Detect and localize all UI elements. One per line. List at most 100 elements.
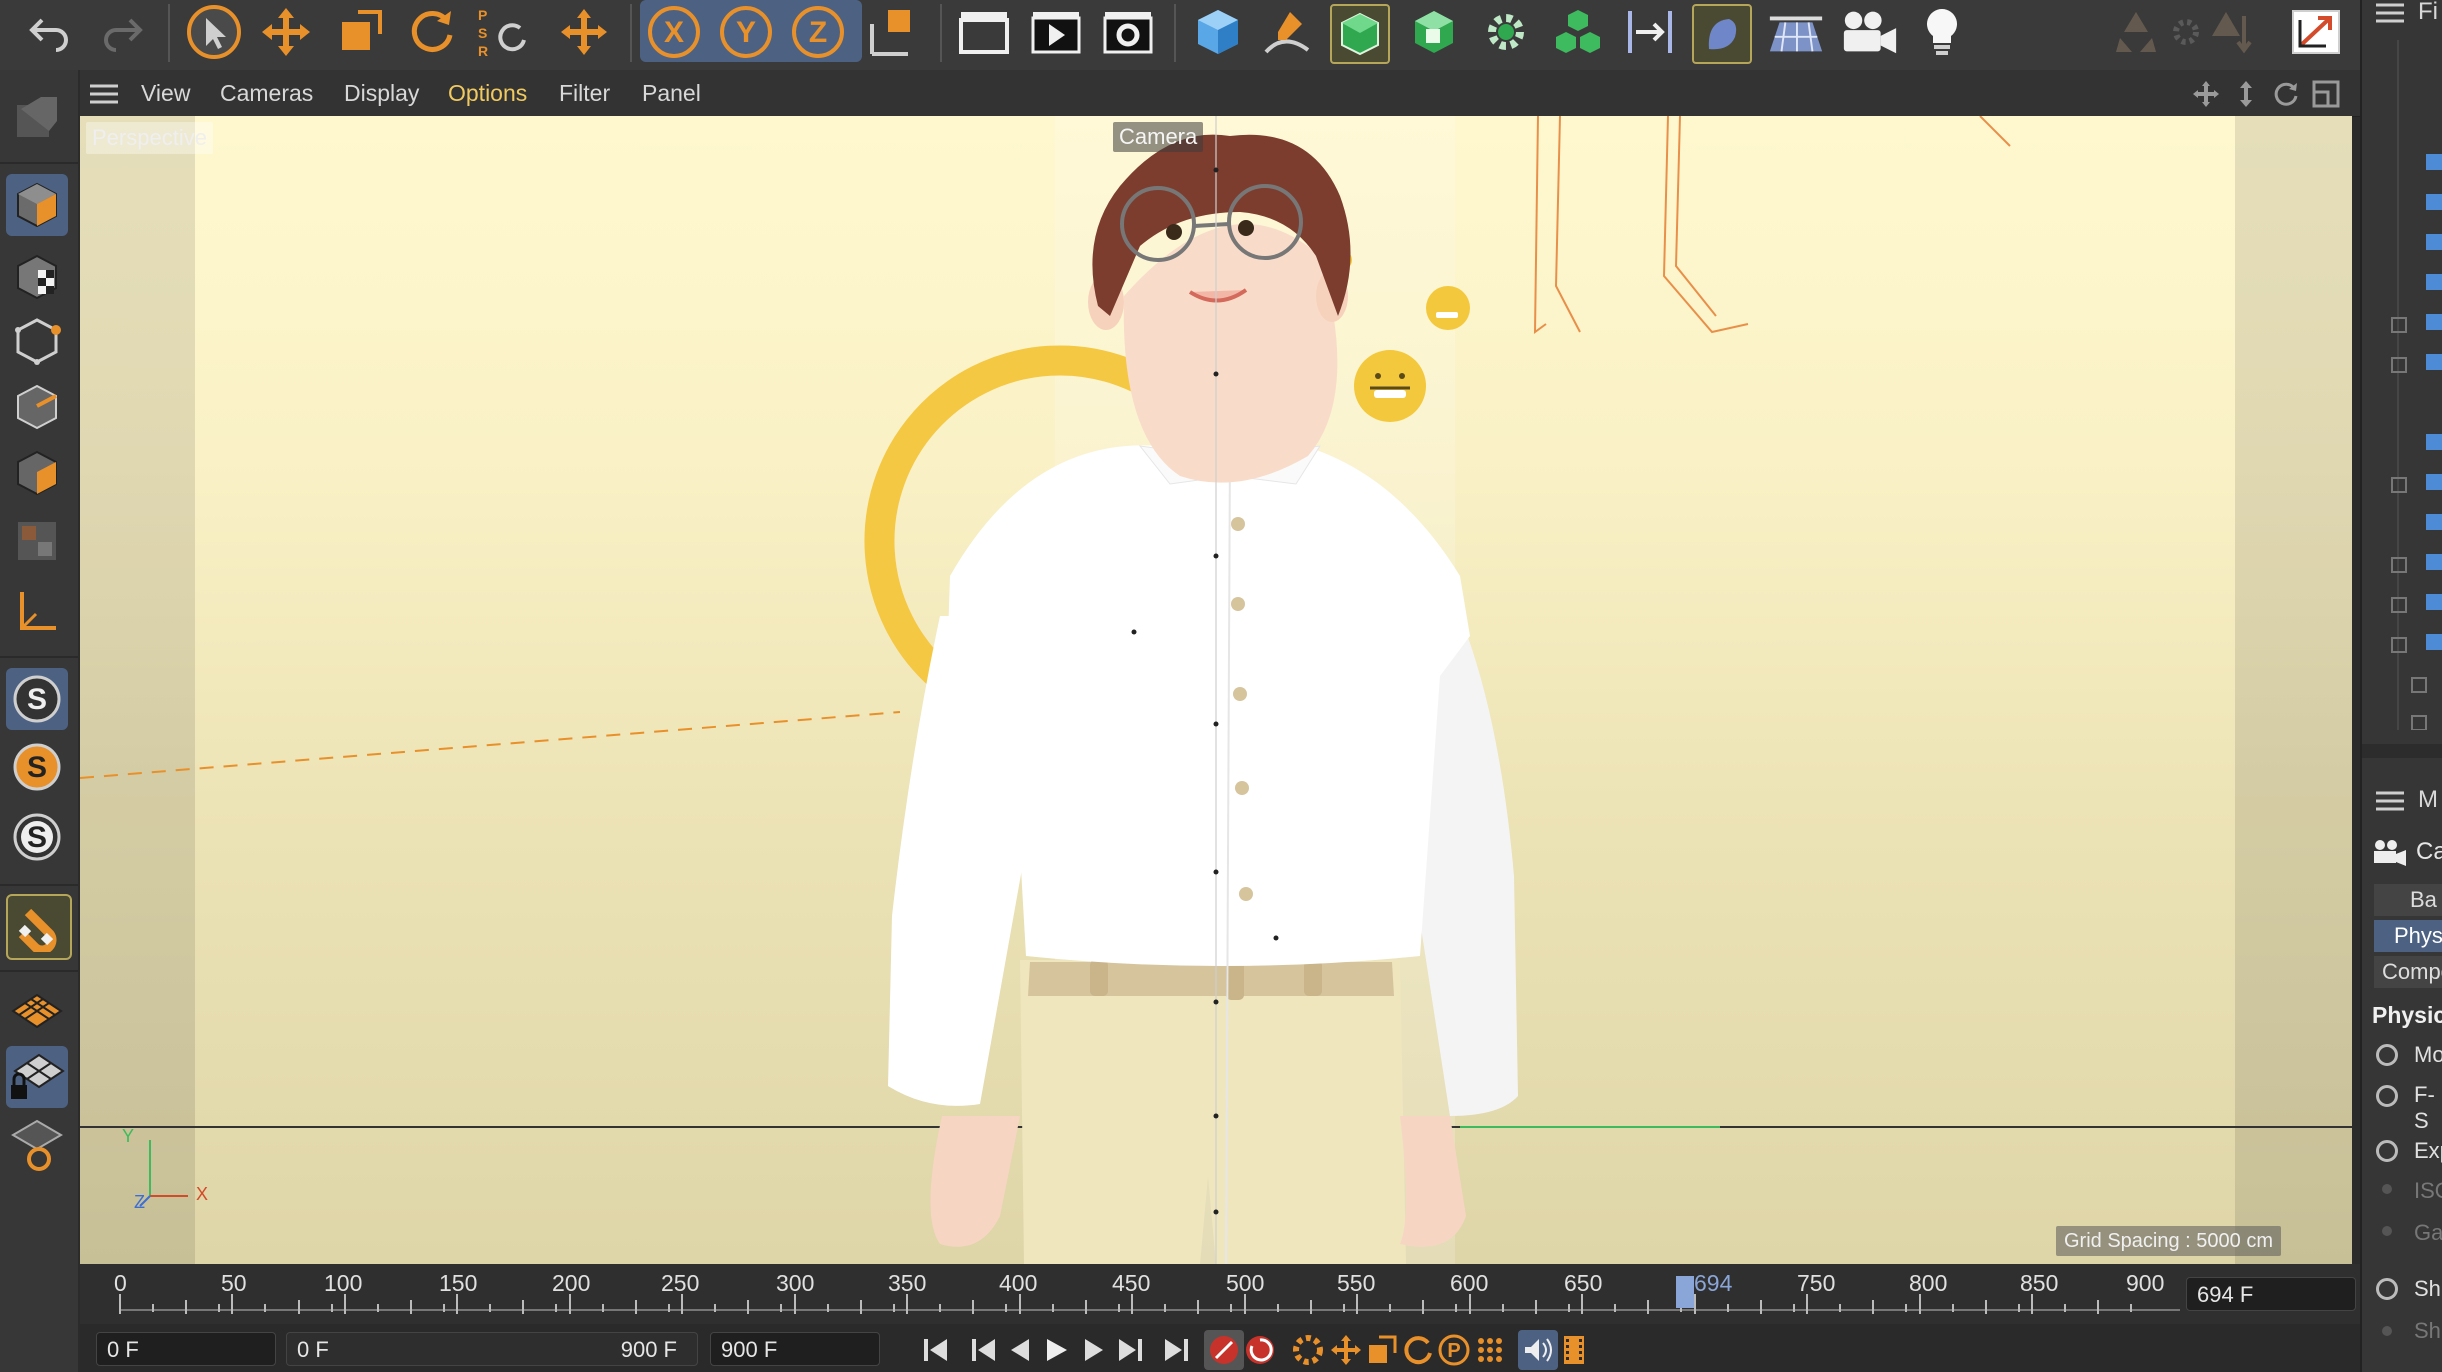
model-mode-icon[interactable]	[6, 174, 68, 236]
exposure-radio[interactable]	[2376, 1140, 2398, 1162]
shutter-sub-label-partial: Sh	[2414, 1318, 2441, 1343]
tick-600: 600	[1450, 1270, 1489, 1296]
autokey-icon[interactable]	[1240, 1330, 1280, 1370]
next-frame-icon[interactable]	[1074, 1330, 1114, 1370]
viewport-dolly-icon[interactable]	[2232, 80, 2260, 113]
deformer-gear-icon[interactable]	[1476, 4, 1536, 60]
snap-workplane-icon[interactable]: S	[6, 736, 68, 798]
polygon-mode-icon[interactable]	[6, 442, 68, 504]
play-icon[interactable]	[1036, 1330, 1076, 1370]
keyframe-selection-icon[interactable]	[1288, 1330, 1328, 1370]
uv-mode-icon[interactable]	[6, 510, 68, 572]
psr-tool-icon[interactable]: PSR	[470, 4, 540, 60]
objects-hamburger-icon[interactable]	[2376, 2, 2404, 29]
menu-panel[interactable]: Panel	[642, 70, 701, 116]
make-editable-icon[interactable]	[6, 86, 68, 148]
timeline-ruler[interactable]: 0 50 100 150 200 250 300 350 400 450 500…	[80, 1264, 2360, 1324]
redo-icon[interactable]	[92, 4, 152, 60]
menu-filter[interactable]: Filter	[559, 70, 610, 116]
light-object-icon[interactable]	[1912, 4, 1972, 60]
objects-tab-partial[interactable]: Fi	[2418, 0, 2438, 26]
move-tool-icon[interactable]	[256, 4, 316, 60]
right-panel: Fi M Ca Ba Phys Compo Physic Mo F-S Exp …	[2360, 0, 2442, 1372]
floor-environment-icon[interactable]	[1766, 4, 1826, 60]
layout-switch-icon[interactable]	[2286, 4, 2346, 60]
rotate-tool-icon[interactable]	[402, 4, 462, 60]
key-point-level-icon[interactable]	[1470, 1330, 1510, 1370]
viewport-pan-icon[interactable]	[2192, 80, 2220, 113]
render-settings-icon[interactable]	[1098, 4, 1158, 60]
symmetry-icon[interactable]	[1620, 4, 1680, 60]
render-view-icon[interactable]	[954, 4, 1014, 60]
planar-workplane-icon[interactable]	[6, 1114, 68, 1176]
extrude-generator-icon[interactable]	[1404, 4, 1464, 60]
render-picture-viewer-icon[interactable]	[1026, 4, 1086, 60]
locked-workplane-icon[interactable]	[6, 1046, 68, 1108]
menu-cameras[interactable]: Cameras	[220, 70, 313, 116]
coordinate-system-icon[interactable]	[862, 4, 922, 60]
timeline-film-icon[interactable]	[1554, 1330, 1594, 1370]
texture-mode-icon[interactable]	[6, 246, 68, 308]
snap-settings-icon[interactable]: S	[6, 806, 68, 868]
previous-key-icon[interactable]	[964, 1330, 1004, 1370]
go-to-start-icon[interactable]	[916, 1330, 956, 1370]
viewport-maximize-icon[interactable]	[2312, 80, 2340, 113]
svg-text:S: S	[27, 821, 47, 854]
cloner-icon[interactable]	[1548, 4, 1608, 60]
current-frame-field[interactable]: 694 F	[2186, 1277, 2356, 1311]
start-frame-field[interactable]: 0 F	[96, 1332, 276, 1366]
tick-400: 400	[999, 1270, 1038, 1296]
tab-composition-partial[interactable]: Compo	[2374, 956, 2442, 988]
key-scale-icon[interactable]	[1362, 1330, 1402, 1370]
viewport-orbit-icon[interactable]	[2272, 80, 2300, 113]
sculpt-deformer-icon[interactable]	[1692, 4, 1752, 64]
svg-text:S: S	[27, 683, 47, 716]
transform-tool-icon[interactable]	[554, 4, 614, 60]
x-axis-lock-icon[interactable]: X	[644, 4, 704, 60]
menu-display[interactable]: Display	[344, 70, 419, 116]
range-end-label: 900 F	[620, 1337, 677, 1362]
camera-object-icon[interactable]	[1840, 4, 1900, 60]
z-axis-lock-icon[interactable]: Z	[788, 4, 848, 60]
cube-primitive-icon[interactable]	[1188, 4, 1248, 60]
magnet-tool-icon[interactable]	[6, 894, 72, 960]
menu-options[interactable]: Options	[448, 70, 527, 116]
audio-scrub-icon[interactable]	[1518, 1330, 1558, 1370]
undo-icon[interactable]	[20, 4, 80, 60]
key-position-icon[interactable]	[1326, 1330, 1366, 1370]
tab-basic-partial[interactable]: Ba	[2374, 884, 2442, 916]
subdivision-surface-icon[interactable]	[1330, 4, 1390, 64]
fstop-radio[interactable]	[2376, 1085, 2398, 1107]
axis-mode-icon[interactable]	[6, 580, 68, 642]
transport-bar: 0 F 0 F 900 F 900 F P	[80, 1324, 2360, 1372]
svg-text:Y: Y	[736, 16, 756, 49]
attributes-hamburger-icon[interactable]	[2376, 790, 2404, 817]
svg-text:S: S	[27, 751, 47, 784]
movie-camera-radio[interactable]	[2376, 1044, 2398, 1066]
go-to-end-icon[interactable]	[1156, 1330, 1196, 1370]
workplane-icon[interactable]	[6, 980, 68, 1042]
point-mode-icon[interactable]	[6, 310, 68, 372]
menu-view[interactable]: View	[141, 70, 190, 116]
scale-tool-icon[interactable]	[330, 4, 390, 60]
key-parameter-icon[interactable]: P	[1434, 1330, 1474, 1370]
snap-enable-icon[interactable]: S	[6, 668, 68, 730]
end-frame-field[interactable]: 900 F	[710, 1332, 880, 1366]
svg-text:S: S	[478, 25, 487, 41]
next-key-icon[interactable]	[1110, 1330, 1150, 1370]
tab-physical-partial[interactable]: Phys	[2374, 920, 2442, 952]
viewport-mode-label: Perspective	[86, 122, 213, 154]
record-active-icon[interactable]	[1204, 1330, 1244, 1370]
tick-200: 200	[552, 1270, 591, 1296]
pen-spline-icon[interactable]	[1258, 4, 1318, 60]
edge-mode-icon[interactable]	[6, 376, 68, 438]
key-rotation-icon[interactable]	[1398, 1330, 1438, 1370]
3d-viewport[interactable]: Perspective Camera Y X Z Grid Spacing : …	[80, 116, 2352, 1264]
select-tool-icon[interactable]	[184, 4, 244, 60]
y-axis-lock-icon[interactable]: Y	[716, 4, 776, 60]
preview-range-slider[interactable]: 0 F 900 F	[286, 1332, 698, 1366]
iso-dot-icon	[2382, 1184, 2392, 1194]
previous-frame-icon[interactable]	[1000, 1330, 1040, 1370]
viewport-hamburger-icon[interactable]	[90, 84, 118, 109]
shutter-radio[interactable]	[2376, 1278, 2398, 1300]
